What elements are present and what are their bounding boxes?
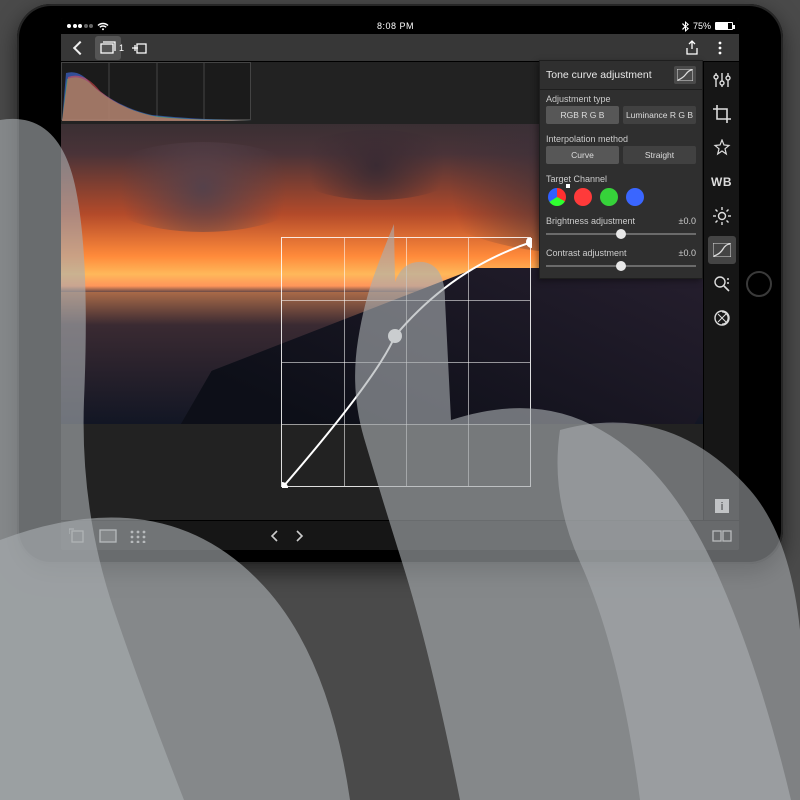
interpolation-straight[interactable]: Straight (623, 146, 696, 164)
share-button[interactable] (679, 36, 705, 60)
crop-icon[interactable] (708, 100, 736, 128)
signal-dots-icon (67, 24, 93, 28)
battery-icon (715, 22, 733, 30)
app-toolbar: 1 (61, 34, 739, 62)
rotate-icon[interactable] (67, 525, 89, 547)
adjustment-type-label: Adjustment type (540, 90, 702, 106)
adjustment-type-rgb[interactable]: RGB R G B (546, 106, 619, 124)
home-button[interactable] (746, 271, 772, 297)
tone-curve-icon[interactable] (674, 66, 696, 84)
editor-canvas: Tone curve adjustment Adjustment type RG… (61, 62, 703, 520)
battery-percent: 75% (693, 21, 711, 31)
tone-curve-editor[interactable] (281, 237, 531, 487)
grid-view-icon[interactable] (127, 525, 149, 547)
contrast-slider[interactable] (546, 262, 696, 270)
more-button[interactable] (707, 36, 733, 60)
target-channel-label: Target Channel (540, 170, 702, 186)
wifi-icon (97, 22, 109, 31)
brightness-value: ±0.0 (679, 216, 696, 226)
ios-status-bar: 8:08 PM 75% (61, 18, 739, 34)
single-view-icon[interactable] (97, 525, 119, 547)
collection-button[interactable] (95, 36, 121, 60)
adjustments-icon[interactable] (708, 66, 736, 94)
bluetooth-icon (682, 21, 689, 32)
interpolation-curve[interactable]: Curve (546, 146, 619, 164)
back-button[interactable] (67, 36, 93, 60)
clock: 8:08 PM (109, 21, 682, 31)
prev-image-button[interactable] (270, 530, 278, 542)
svg-text:i: i (720, 501, 723, 513)
channel-red-button[interactable] (574, 188, 592, 206)
tone-curve-panel: Tone curve adjustment Adjustment type RG… (539, 60, 703, 279)
effects-icon[interactable] (708, 134, 736, 162)
next-image-button[interactable] (296, 530, 304, 542)
channel-blue-button[interactable] (626, 188, 644, 206)
channel-green-button[interactable] (600, 188, 618, 206)
compare-icon[interactable] (711, 525, 733, 547)
tone-curve-tool-icon[interactable] (708, 236, 736, 264)
exposure-icon[interactable] (708, 202, 736, 230)
tool-rail: WB i (703, 62, 739, 520)
white-balance-button[interactable]: WB (708, 168, 736, 196)
contrast-label: Contrast adjustment (546, 248, 627, 258)
adjustment-type-luminance[interactable]: Luminance R G B (623, 106, 696, 124)
ipad-device: 8:08 PM 75% 1 (17, 4, 783, 564)
lens-icon[interactable] (708, 304, 736, 332)
panel-title: Tone curve adjustment (546, 69, 652, 81)
interpolation-label: Interpolation method (540, 130, 702, 146)
brightness-slider[interactable] (546, 230, 696, 238)
collection-count: 1 (119, 43, 124, 53)
add-collection-button[interactable] (126, 36, 152, 60)
info-icon[interactable]: i (708, 492, 736, 520)
contrast-value: ±0.0 (679, 248, 696, 258)
app-screen: 8:08 PM 75% 1 (61, 18, 739, 550)
brightness-label: Brightness adjustment (546, 216, 635, 226)
histogram[interactable] (61, 62, 251, 120)
detail-icon[interactable] (708, 270, 736, 298)
bottom-bar (61, 520, 739, 550)
channel-all-button[interactable] (548, 188, 566, 206)
